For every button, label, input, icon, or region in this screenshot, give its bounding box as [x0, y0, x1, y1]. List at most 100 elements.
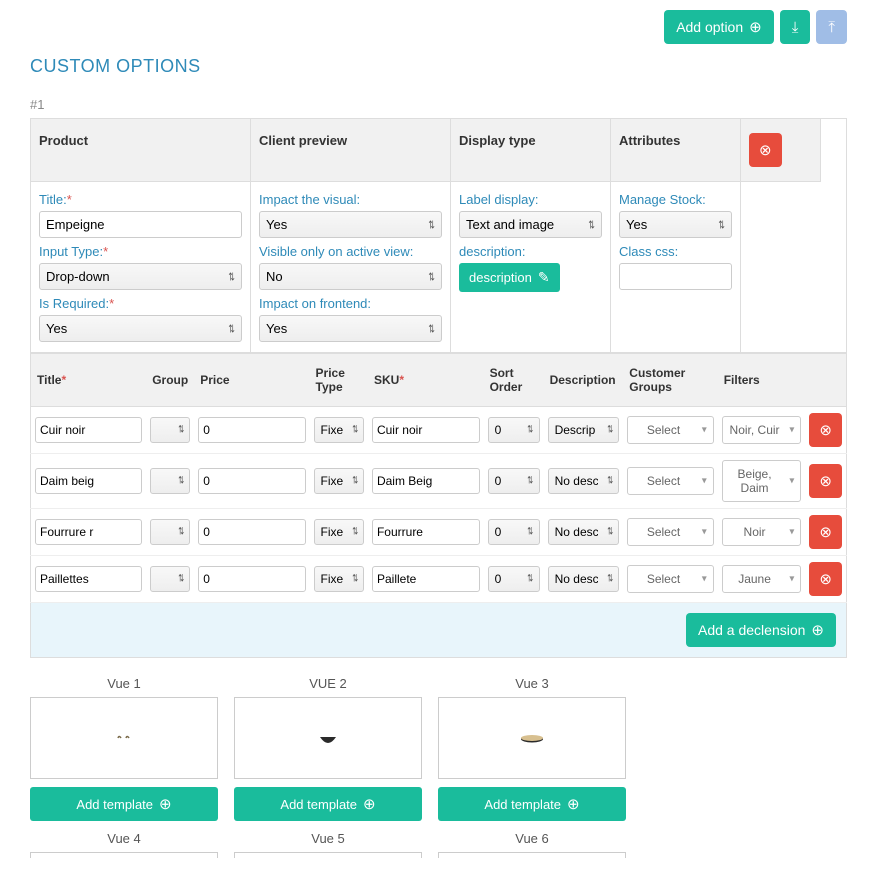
- is-required-select[interactable]: Yes: [39, 315, 242, 342]
- add-declension-row: Add a declension: [30, 603, 847, 658]
- row-price-type-select[interactable]: Fixed: [314, 566, 364, 592]
- row-price-type-select[interactable]: Fixed: [314, 468, 364, 494]
- description-label: description:: [459, 244, 602, 259]
- is-required-label: Is Required:*: [39, 296, 242, 311]
- row-delete-button[interactable]: [809, 413, 842, 447]
- view-title: Vue 4: [30, 831, 218, 846]
- th-actions: [805, 354, 846, 407]
- description-button[interactable]: description: [459, 263, 560, 292]
- class-css-label: Class css:: [619, 244, 732, 259]
- plus-circle-icon: [159, 795, 172, 813]
- plus-circle-icon: [567, 795, 580, 813]
- row-sku-input[interactable]: [372, 566, 480, 592]
- row-price-input[interactable]: [198, 468, 305, 494]
- add-declension-button[interactable]: Add a declension: [686, 613, 836, 647]
- add-option-button[interactable]: Add option: [664, 10, 774, 44]
- row-sort-select[interactable]: 0: [488, 566, 540, 592]
- row-group-select[interactable]: [150, 468, 190, 494]
- download-button[interactable]: [780, 10, 811, 44]
- row-customer-groups-select[interactable]: Select: [627, 467, 713, 495]
- download-icon: [792, 19, 799, 36]
- row-filters-select[interactable]: Noir: [722, 518, 802, 546]
- upload-icon: [828, 19, 835, 36]
- row-delete-button[interactable]: [809, 515, 842, 549]
- label-display-select[interactable]: Text and image: [459, 211, 602, 238]
- visible-active-label: Visible only on active view:: [259, 244, 442, 259]
- row-group-select[interactable]: [150, 417, 190, 443]
- delete-icon: [819, 523, 832, 541]
- view-preview-box: [30, 697, 218, 779]
- row-sort-select[interactable]: 0: [488, 468, 540, 494]
- add-template-button[interactable]: Add template: [234, 787, 422, 821]
- row-title-input[interactable]: [35, 519, 142, 545]
- row-sort-select[interactable]: 0: [488, 417, 540, 443]
- title-label: Title:*: [39, 192, 242, 207]
- upload-button[interactable]: [816, 10, 847, 44]
- impact-visual-select[interactable]: Yes: [259, 211, 442, 238]
- input-type-label: Input Type:*: [39, 244, 242, 259]
- th-customer-groups: Customer Groups: [623, 354, 717, 407]
- title-input[interactable]: [39, 211, 242, 238]
- row-description-select[interactable]: No desc: [548, 566, 620, 592]
- empty-cell: [741, 182, 821, 352]
- th-price: Price: [194, 354, 309, 407]
- th-title: Title*: [31, 354, 147, 407]
- plus-circle-icon: [363, 795, 376, 813]
- header-client-preview: Client preview: [251, 119, 451, 182]
- impact-frontend-select[interactable]: Yes: [259, 315, 442, 342]
- option-panel: Product Client preview Display type Attr…: [30, 118, 847, 353]
- row-customer-groups-select[interactable]: Select: [627, 518, 713, 546]
- view-title: Vue 1: [30, 676, 218, 691]
- row-sku-input[interactable]: [372, 417, 480, 443]
- th-price-type: Price Type: [310, 354, 368, 407]
- row-price-type-select[interactable]: Fixed: [314, 417, 364, 443]
- row-description-select[interactable]: No desc: [548, 519, 620, 545]
- attributes-cell: Manage Stock: Yes Class css:: [611, 182, 741, 352]
- class-css-input[interactable]: [619, 263, 732, 290]
- input-type-select[interactable]: Drop-down: [39, 263, 242, 290]
- manage-stock-select[interactable]: Yes: [619, 211, 732, 238]
- row-sku-input[interactable]: [372, 468, 480, 494]
- th-description: Description: [544, 354, 624, 407]
- row-title-input[interactable]: [35, 566, 142, 592]
- client-preview-cell: Impact the visual: Yes Visible only on a…: [251, 182, 451, 352]
- row-group-select[interactable]: [150, 519, 190, 545]
- th-filters: Filters: [718, 354, 806, 407]
- visible-active-select[interactable]: No: [259, 263, 442, 290]
- row-filters-select[interactable]: Jaune: [722, 565, 802, 593]
- view-title: Vue 3: [438, 676, 626, 691]
- row-title-input[interactable]: [35, 417, 142, 443]
- row-sku-input[interactable]: [372, 519, 480, 545]
- header-product: Product: [31, 119, 251, 182]
- row-filters-select[interactable]: Noir, Cuir: [722, 416, 802, 444]
- view-column: Vue 4: [30, 831, 218, 866]
- row-price-input[interactable]: [198, 519, 305, 545]
- row-description-select[interactable]: No desc: [548, 468, 620, 494]
- header-delete: [741, 119, 821, 182]
- row-price-input[interactable]: [198, 566, 305, 592]
- view-column: VUE 2 Add template: [234, 676, 422, 821]
- impact-frontend-label: Impact on frontend:: [259, 296, 442, 311]
- row-customer-groups-select[interactable]: Select: [627, 565, 713, 593]
- th-sort-order: Sort Order: [484, 354, 544, 407]
- row-sort-select[interactable]: 0: [488, 519, 540, 545]
- row-title-input[interactable]: [35, 468, 142, 494]
- row-price-type-select[interactable]: Fixed: [314, 519, 364, 545]
- row-delete-button[interactable]: [809, 562, 842, 596]
- header-display-type: Display type: [451, 119, 611, 182]
- option-number: #1: [30, 97, 847, 112]
- row-description-select[interactable]: Descrip: [548, 417, 620, 443]
- row-price-input[interactable]: [198, 417, 305, 443]
- row-filters-select[interactable]: Beige, Daim: [722, 460, 802, 502]
- table-row: Fixed 0 No desc Select Jaune: [31, 556, 847, 603]
- view-title: Vue 6: [438, 831, 626, 846]
- row-group-select[interactable]: [150, 566, 190, 592]
- row-customer-groups-select[interactable]: Select: [627, 416, 713, 444]
- add-template-button[interactable]: Add template: [30, 787, 218, 821]
- delete-option-button[interactable]: [749, 133, 782, 167]
- add-template-button[interactable]: Add template: [438, 787, 626, 821]
- plus-circle-icon: [811, 621, 824, 639]
- view-column: Vue 3 Add template: [438, 676, 626, 821]
- impact-visual-label: Impact the visual:: [259, 192, 442, 207]
- row-delete-button[interactable]: [809, 464, 842, 498]
